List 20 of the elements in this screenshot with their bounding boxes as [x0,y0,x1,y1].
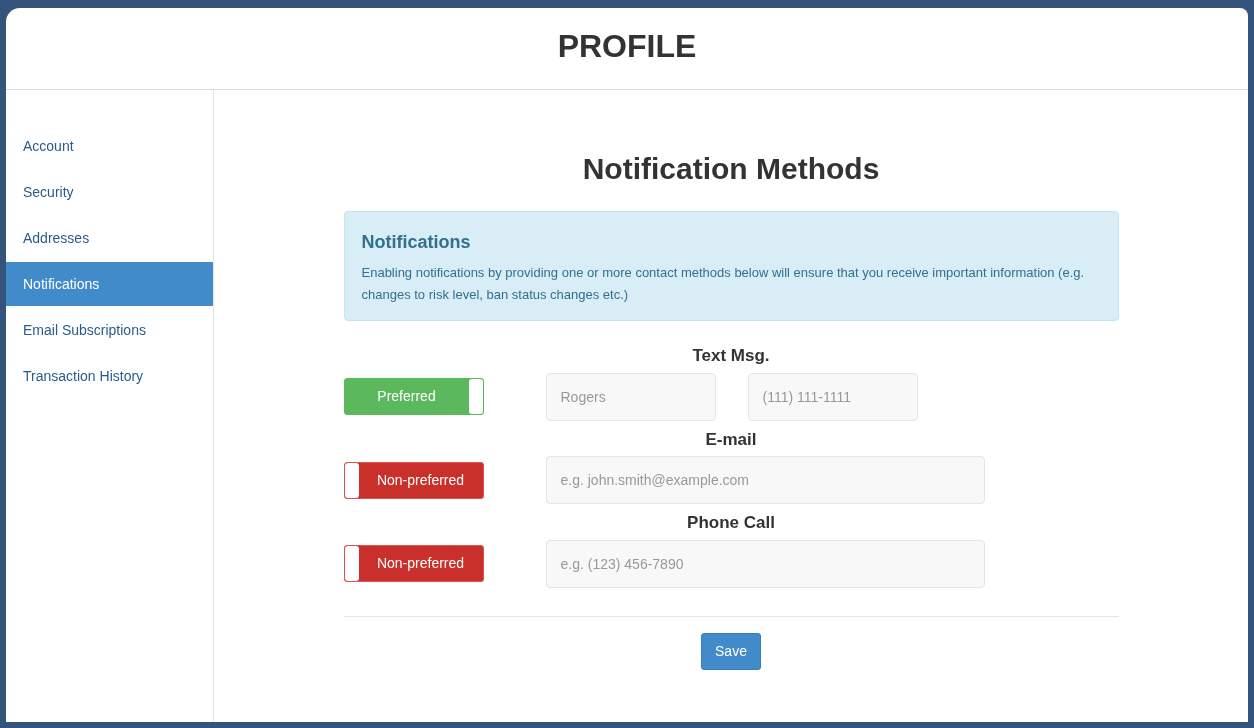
save-button[interactable]: Save [701,632,761,670]
text-input-field[interactable]: Rogers [545,372,716,421]
method-title: Text Msg. [692,346,770,365]
section-title: Notification Methods [582,151,880,187]
text-input-field[interactable]: e.g. (123) 456-7890 [545,539,985,588]
sidebar-item[interactable]: Account [6,124,213,168]
method-title: E-mail [705,429,757,449]
preference-toggle[interactable]: Non-preferred [343,545,484,582]
preference-toggle[interactable]: Non-preferred [343,461,484,499]
alert-text: Enabling notifications by providing one or more contact methods below will ensure that you receive important information (e.g. changes to risk level, ban status changes etc.) [361,264,1086,304]
text-input-field[interactable]: (111) 111-1111 [747,372,918,421]
method-title: Phone Call [687,513,775,532]
sidebar-item[interactable]: Security [6,170,213,214]
page-title: PROFILE [557,27,697,66]
alert-title: Notifications [361,231,472,254]
sidebar-item[interactable]: Transaction History [6,354,213,398]
sidebar-item[interactable]: Notifications [6,262,213,306]
text-input-field[interactable]: e.g. john.smith@example.com [545,456,985,504]
sidebar-item[interactable]: Email Subscriptions [6,308,213,352]
sidebar-item[interactable]: Addresses [6,216,213,260]
